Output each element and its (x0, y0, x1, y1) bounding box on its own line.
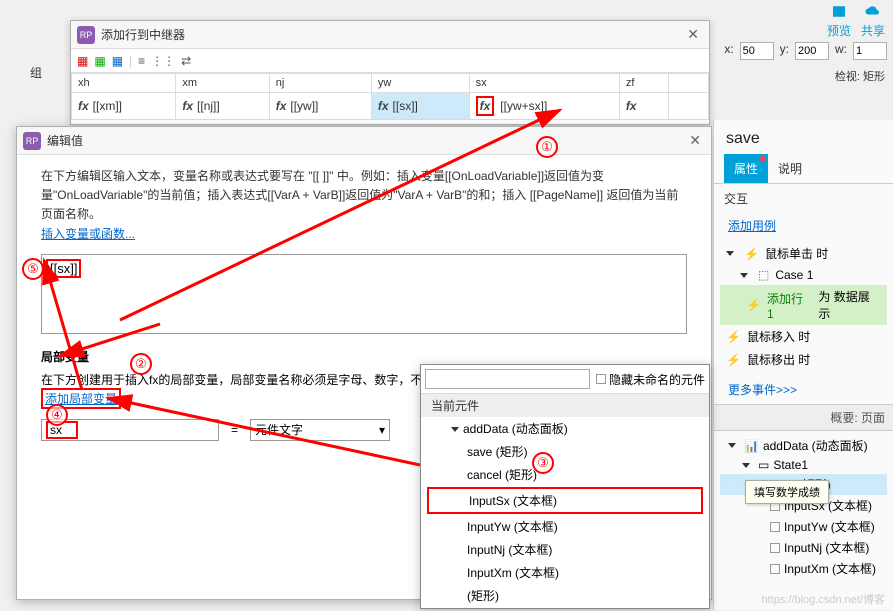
annotation-1: ① (536, 136, 558, 158)
group-label: 组 (30, 64, 42, 81)
dd-inputyw[interactable]: InputYw (文本框) (421, 515, 709, 538)
col-zf[interactable]: zf (619, 74, 668, 93)
value-textarea[interactable]: [[sx]] (41, 254, 687, 334)
edit-description: 在下方编辑区输入文本，变量名称或表达式要写在 "[[ ]]" 中。例如：插入变量… (41, 167, 687, 225)
dd-cancel[interactable]: cancel (矩形) (421, 463, 709, 486)
cell-extra[interactable]: fx (619, 93, 668, 120)
share-button[interactable]: 共享 (861, 4, 885, 39)
rp-icon: RP (23, 132, 41, 150)
inspect-label: 检视: 矩形 (835, 68, 885, 84)
dd-inputsx[interactable]: InputSx (文本框) (427, 487, 703, 514)
grid-icon[interactable]: ▦ (77, 54, 88, 68)
dd-rect[interactable]: (矩形) (421, 584, 709, 607)
outline-addData[interactable]: 📊 addData (动态面板) (720, 435, 887, 456)
col-sx[interactable]: sx (469, 74, 619, 93)
tool2-icon[interactable]: ⋮⋮ (151, 54, 175, 68)
equals-label: = (227, 423, 242, 437)
annotation-5: ⑤ (22, 258, 44, 280)
preview-button[interactable]: 预览 (827, 4, 851, 39)
localvar-type-value: 元件文字 (255, 421, 303, 438)
cell-yw[interactable]: fx[[yw]] (269, 93, 371, 120)
w-input[interactable] (853, 42, 887, 60)
right-panel: save 属性 说明 交互 添加用例 ⚡鼠标单击 时 ⬚Case 1 ⚡添加行 … (713, 120, 893, 610)
tab-properties[interactable]: 属性 (724, 154, 768, 183)
cell-sx[interactable]: fx[[sx]] (371, 93, 469, 120)
play-icon (830, 4, 848, 22)
outline-inputxm[interactable]: InputXm (文本框) (720, 558, 887, 579)
dd-inputxm[interactable]: InputXm (文本框) (421, 561, 709, 584)
selected-widget-name: save (714, 120, 893, 154)
preview-label: 预览 (827, 22, 851, 39)
outline-tree[interactable]: 📊 addData (动态面板) ▭ State1 save (矩形) Inpu… (714, 431, 893, 583)
outline-inputnj[interactable]: InputNj (文本框) (720, 537, 887, 558)
add-row-dialog: RP 添加行到中继器 ✕ ▦ ▦ ▦ | ≡ ⋮⋮ ⇄ xh xm nj yw … (70, 20, 710, 125)
col-xh[interactable]: xh (72, 74, 176, 93)
event-click[interactable]: ⚡鼠标单击 时 (720, 242, 887, 265)
annotation-4: ④ (46, 404, 68, 426)
widget-picker-dropdown[interactable]: 隐藏未命名的元件 当前元件 addData (动态面板) save (矩形) c… (420, 364, 710, 609)
add-case-link[interactable]: 添加用例 (714, 213, 893, 238)
tab-notes[interactable]: 说明 (768, 154, 812, 183)
y-input[interactable] (795, 42, 829, 60)
outline-header: 概要: 页面 (714, 404, 893, 431)
cell-nj[interactable]: fx[[nj]] (176, 93, 269, 120)
grid2-icon[interactable]: ▦ (94, 54, 105, 68)
dd-inputnj[interactable]: InputNj (文本框) (421, 538, 709, 561)
tooltip: 填写数学成绩 (745, 480, 829, 504)
action-addrow[interactable]: ⚡添加行 1 为 数据展示 (720, 285, 887, 325)
annotation-2: ② (130, 353, 152, 375)
widget-search-input[interactable] (425, 369, 590, 389)
outline-inputyw[interactable]: InputYw (文本框) (720, 516, 887, 537)
coords-bar: x: y: w: (724, 42, 887, 60)
w-label: w: (835, 42, 847, 60)
annotation-3: ③ (532, 452, 554, 474)
col-yw[interactable]: yw (371, 74, 469, 93)
interaction-label: 交互 (714, 184, 893, 213)
more-events-link[interactable]: 更多事件>>> (714, 375, 893, 404)
close-icon[interactable]: ✕ (685, 132, 705, 149)
x-input[interactable] (740, 42, 774, 60)
x-label: x: (724, 42, 733, 60)
current-widget-section: 当前元件 (421, 394, 709, 417)
event-mouseleave[interactable]: ⚡鼠标移出 时 (720, 348, 887, 371)
dd-save[interactable]: save (矩形) (421, 440, 709, 463)
repeater-table[interactable]: xh xm nj yw sx zf fx[[xm]] fx[[nj]] fx[[… (71, 73, 709, 120)
close-icon[interactable]: ✕ (683, 26, 703, 43)
dd-addData[interactable]: addData (动态面板) (421, 417, 709, 440)
grid3-icon[interactable]: ▦ (112, 54, 123, 68)
col-nj[interactable]: nj (269, 74, 371, 93)
col-xm[interactable]: xm (176, 74, 269, 93)
share-label: 共享 (861, 22, 885, 39)
rp-icon: RP (77, 26, 95, 44)
tool-icon[interactable]: ≡ (138, 54, 145, 68)
dialog1-title: 添加行到中继器 (101, 26, 185, 43)
localvar-name-input[interactable]: sx (41, 419, 219, 441)
cell-xm[interactable]: fx[[xm]] (72, 93, 176, 120)
event-mouseenter[interactable]: ⚡鼠标移入 时 (720, 325, 887, 348)
insert-var-link[interactable]: 插入变量或函数... (41, 227, 135, 241)
chevron-down-icon: ▾ (379, 423, 385, 437)
dd-add[interactable]: add (矩形) (421, 607, 709, 609)
dialog1-toolbar: ▦ ▦ ▦ | ≡ ⋮⋮ ⇄ (71, 49, 709, 73)
watermark: https://blog.csdn.net/博客 (761, 591, 885, 607)
textarea-value: [[sx]] (46, 259, 81, 278)
cell-zf[interactable]: fx[[yw+sx]] (469, 93, 619, 120)
dialog2-title: 编辑值 (47, 132, 83, 149)
outline-state1[interactable]: ▭ State1 (720, 456, 887, 474)
case-1[interactable]: ⬚Case 1 (720, 265, 887, 285)
localvar-type-select[interactable]: 元件文字 ▾ (250, 419, 390, 441)
tool3-icon[interactable]: ⇄ (181, 54, 191, 68)
y-label: y: (780, 42, 789, 60)
hide-unnamed-checkbox[interactable]: 隐藏未命名的元件 (596, 371, 705, 388)
cloud-icon (864, 4, 882, 22)
